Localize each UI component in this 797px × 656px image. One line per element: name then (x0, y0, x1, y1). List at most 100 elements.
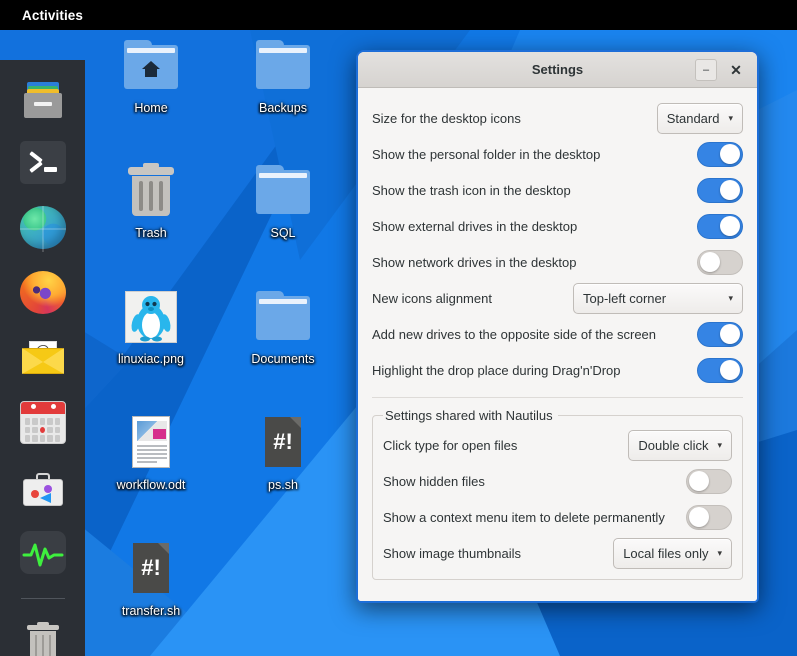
setting-row-network-drives: Show network drives in the desktop (372, 244, 743, 280)
setting-row-external-drives: Show external drives in the desktop (372, 208, 743, 244)
toggle-knob (720, 216, 740, 236)
dock-separator (20, 598, 65, 600)
toggle-knob (720, 360, 740, 380)
setting-label: Show image thumbnails (383, 545, 522, 561)
desktop-icon-label: ps.sh (268, 478, 298, 492)
setting-label: Show the trash icon in the desktop (372, 182, 571, 198)
desktop-icon-backups[interactable]: Backups (231, 38, 335, 115)
click-type-dropdown[interactable]: Double click ▾ (628, 429, 732, 461)
software-center-icon[interactable] (20, 466, 66, 509)
activities-button[interactable]: Activities (13, 5, 92, 26)
toggle-knob (720, 144, 740, 164)
firefox-icon[interactable] (19, 271, 66, 314)
desktop-icon-label: Backups (259, 101, 307, 115)
setting-label: Add new drives to the opposite side of t… (372, 326, 657, 342)
setting-row-hidden-files: Show hidden files (383, 463, 732, 499)
desktop-icon-home[interactable]: Home (99, 38, 203, 115)
desktop-icon-label: Home (134, 101, 168, 115)
toggle-knob (720, 324, 740, 344)
toggle-knob (700, 252, 720, 272)
folder-icon (254, 289, 312, 347)
setting-row-icons-alignment: New icons alignment Top-left corner ▾ (372, 280, 743, 316)
setting-label: Size for the desktop icons (372, 110, 521, 126)
setting-label: Highlight the drop place during Drag'n'D… (372, 362, 621, 378)
setting-row-trash-icon: Show the trash icon in the desktop (372, 172, 743, 208)
folder-icon (254, 38, 312, 96)
folder-icon (254, 163, 312, 221)
trash-icon[interactable] (20, 621, 66, 656)
setting-label: Show a context menu item to delete perma… (383, 509, 665, 525)
desktop-icon-label: workflow.odt (116, 478, 186, 492)
chevron-down-icon: ▾ (717, 439, 722, 450)
image-thumbnails-dropdown[interactable]: Local files only ▾ (613, 537, 732, 569)
desktop-icon-documents[interactable]: Documents (231, 289, 335, 366)
document-file-icon (122, 415, 180, 473)
section-divider (372, 397, 743, 398)
nautilus-section-legend: Settings shared with Nautilus (385, 408, 553, 423)
network-drives-toggle[interactable] (697, 249, 743, 275)
setting-label: New icons alignment (372, 290, 492, 306)
icons-alignment-dropdown[interactable]: Top-left corner ▾ (573, 282, 743, 314)
toggle-knob (689, 507, 709, 527)
toggle-knob (720, 180, 740, 200)
opposite-side-toggle[interactable] (697, 321, 743, 347)
desktop-icon-linuxiac-png[interactable]: linuxiac.png (99, 289, 203, 366)
desktop-icon-trash[interactable]: Trash (99, 163, 203, 240)
desktop-icon-label: transfer.sh (121, 604, 181, 618)
dropdown-value: Double click (638, 437, 709, 453)
window-titlebar[interactable]: Settings – ✕ (358, 52, 757, 88)
personal-folder-toggle[interactable] (697, 141, 743, 167)
shell-script-icon: #! (254, 415, 312, 473)
desktop-icon-label: linuxiac.png (117, 352, 184, 366)
setting-label: Show external drives in the desktop (372, 218, 578, 234)
folder-home-icon (122, 38, 180, 96)
desktop-icon-label: Documents (251, 352, 315, 366)
dock[interactable]: @ (0, 60, 85, 656)
setting-row-highlight-drop: Highlight the drop place during Drag'n'D… (372, 352, 743, 388)
chevron-down-icon: ▾ (717, 547, 722, 558)
minimize-button[interactable]: – (695, 59, 717, 81)
icon-size-dropdown[interactable]: Standard ▾ (656, 102, 743, 134)
top-bar: Activities (0, 0, 797, 30)
close-button[interactable]: ✕ (725, 59, 747, 81)
setting-label: Show the personal folder in the desktop (372, 146, 601, 162)
hidden-files-toggle[interactable] (686, 468, 732, 494)
settings-window[interactable]: Settings – ✕ Size for the desktop icons … (356, 50, 759, 603)
desktop-icon-transfer-sh[interactable]: #! transfer.sh (99, 541, 203, 618)
image-file-icon (122, 289, 180, 347)
window-title: Settings (531, 62, 584, 77)
trash-icon (122, 163, 180, 221)
terminal-icon[interactable] (19, 141, 66, 184)
setting-row-image-thumbnails: Show image thumbnails Local files only ▾ (383, 535, 732, 571)
shell-script-icon: #! (122, 541, 180, 599)
setting-label: Show network drives in the desktop (372, 254, 577, 270)
setting-label: Show hidden files (383, 473, 485, 489)
dropdown-value: Standard (666, 110, 720, 126)
trash-icon-toggle[interactable] (697, 177, 743, 203)
chevron-down-icon: ▾ (728, 292, 733, 303)
mail-icon[interactable]: @ (20, 336, 66, 379)
delete-permanently-toggle[interactable] (686, 504, 732, 530)
calendar-icon[interactable] (19, 401, 66, 445)
external-drives-toggle[interactable] (697, 213, 743, 239)
setting-row-delete-permanently: Show a context menu item to delete perma… (383, 499, 732, 535)
web-browser-icon[interactable] (19, 206, 66, 252)
desktop-icon-ps-sh[interactable]: #! ps.sh (231, 415, 335, 492)
chevron-down-icon: ▾ (728, 112, 733, 123)
desktop-icon-sql[interactable]: SQL (231, 163, 335, 240)
settings-body: Size for the desktop icons Standard ▾ Sh… (358, 88, 757, 601)
setting-row-click-type: Click type for open files Double click ▾ (383, 427, 732, 463)
files-icon[interactable] (20, 76, 66, 119)
nautilus-section: Settings shared with Nautilus Click type… (372, 408, 743, 580)
system-monitor-icon[interactable] (19, 531, 66, 575)
toggle-knob (689, 471, 709, 491)
desktop-icon-label: SQL (270, 226, 296, 240)
dropdown-value: Local files only (623, 545, 709, 561)
setting-label: Click type for open files (383, 437, 518, 453)
desktop-icon-workflow-odt[interactable]: workflow.odt (99, 415, 203, 492)
setting-row-opposite-side: Add new drives to the opposite side of t… (372, 316, 743, 352)
highlight-drop-toggle[interactable] (697, 357, 743, 383)
setting-row-icon-size: Size for the desktop icons Standard ▾ (372, 100, 743, 136)
desktop-icon-label: Trash (135, 226, 167, 240)
dropdown-value: Top-left corner (583, 290, 667, 306)
